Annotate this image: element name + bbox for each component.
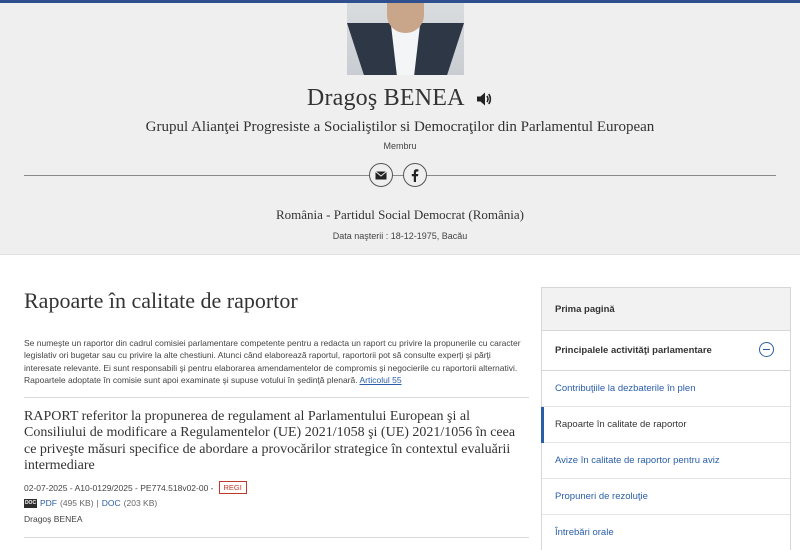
country-party: România - Partidul Social Democrat (Româ… — [275, 207, 524, 222]
email-button[interactable] — [369, 163, 393, 187]
sidebar-section-header: Principalele activităţi parlamentare — [542, 331, 790, 371]
doc-link[interactable]: DOC — [102, 498, 121, 508]
report-author: Dragoş BENEA — [24, 514, 83, 524]
facebook-button[interactable] — [403, 163, 427, 187]
separator — [24, 396, 529, 398]
sidebar-item-motions[interactable]: Propuneri de rezoluţie — [542, 479, 790, 515]
report-meta: 02-07-2025 - A10-0129/2025 - PE774.518v0… — [24, 481, 529, 494]
social-links — [369, 163, 427, 188]
sidebar-nav: Prima pagină Principalele activităţi par… — [541, 287, 791, 550]
member-role: Membru — [383, 141, 417, 151]
report-title-link[interactable]: RAPORT referitor la propunerea de regula… — [24, 409, 529, 475]
sidebar-section-label: Principalele activităţi parlamentare — [555, 345, 712, 356]
sidebar-item-oral-questions[interactable]: Întrebări orale — [542, 515, 790, 550]
profile-header: Dragoş BENEA Grupul Alianţei Progresiste… — [0, 3, 800, 255]
political-group: Grupul Alianţei Progresiste a Socialişti… — [145, 119, 655, 135]
separator-bottom — [24, 537, 529, 538]
sidebar-item-opinions[interactable]: Avize în calitate de raportor pentru avi… — [542, 443, 790, 479]
intro-body: Se numeşte un raportor din cadrul comisi… — [24, 338, 521, 386]
birth-info: Data naşterii : 18-12-1975, Bacău — [332, 231, 468, 241]
article-link[interactable]: Articolul 55 — [360, 375, 402, 385]
files-pipe: | — [96, 498, 99, 508]
profile-photo — [347, 3, 464, 75]
report-files: DOC PDF (495 KB) | DOC (203 KB) — [24, 498, 529, 508]
report-item: RAPORT referitor la propunerea de regula… — [24, 409, 529, 524]
member-name: Dragoş BENEA — [306, 85, 465, 111]
pdf-link[interactable]: PDF — [40, 498, 57, 508]
report-meta-text: 02-07-2025 - A10-0129/2025 - PE774.518v0… — [24, 482, 214, 493]
email-icon — [375, 170, 387, 179]
sidebar-item-plenary-contributions[interactable]: Contribuţiile la dezbaterile în plen — [542, 371, 790, 407]
sidebar-home-link[interactable]: Prima pagină — [542, 288, 790, 331]
speaker-icon[interactable] — [475, 90, 493, 108]
committee-badge[interactable]: REGI — [218, 481, 247, 494]
main-content: Rapoarte în calitate de raportor Se nume… — [24, 288, 529, 538]
name-row: Dragoş BENEA — [0, 85, 800, 112]
doc-size: (203 KB) — [123, 498, 158, 508]
collapse-icon[interactable] — [759, 342, 774, 357]
page-title: Rapoarte în calitate de raportor — [24, 288, 298, 313]
facebook-icon — [411, 168, 419, 182]
pdf-size: (495 KB) — [60, 498, 94, 508]
document-icon: DOC — [24, 498, 37, 508]
sidebar-item-rapporteur-reports[interactable]: Rapoarte în calitate de raportor — [541, 407, 790, 443]
intro-text: Se numeşte un raportor din cadrul comisi… — [24, 337, 529, 387]
